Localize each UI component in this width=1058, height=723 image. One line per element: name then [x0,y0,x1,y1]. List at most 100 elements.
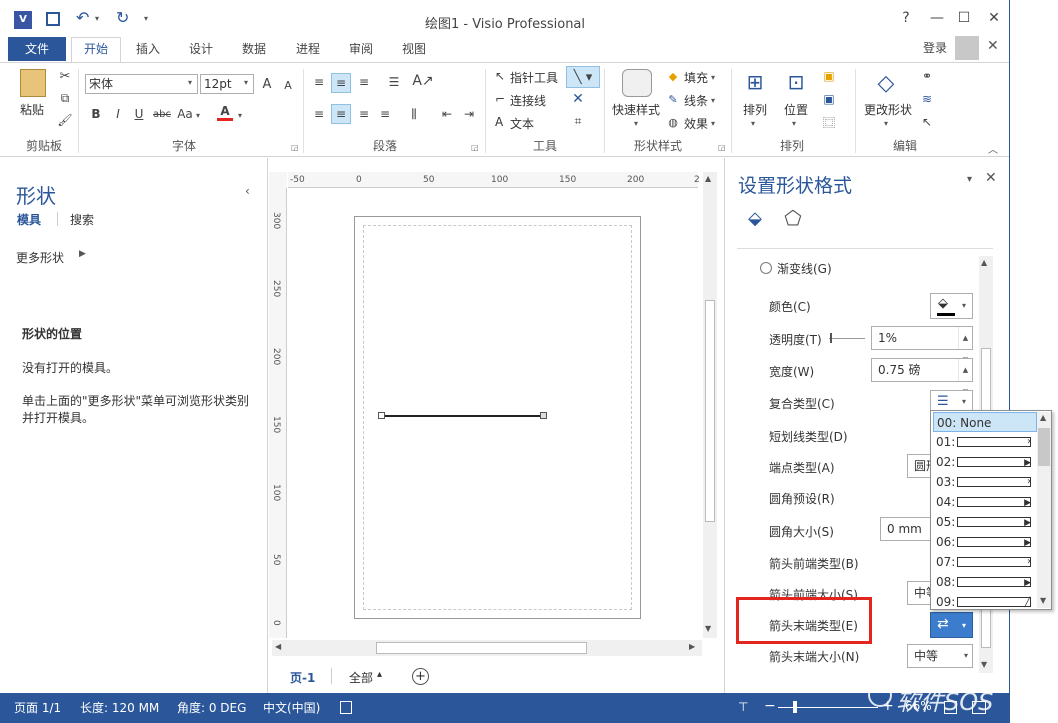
arrow-option[interactable]: 04: ▶ [933,492,1037,512]
justify-icon[interactable]: ≡ [376,105,394,123]
text-tool-icon[interactable]: A [495,115,503,129]
font-dialog-launcher-icon[interactable]: ◲ [291,143,299,152]
connection-point-icon[interactable]: ✕ [570,91,586,107]
text-direction-icon[interactable]: A↗ [412,71,433,91]
collapse-shapes-pane-icon[interactable]: ‹ [245,184,250,198]
line-button[interactable]: 线条 [684,92,708,109]
copy-icon[interactable]: ⧉ [56,89,74,107]
tab-review[interactable]: 审阅 [349,40,373,57]
dropdown-scroll-down-icon[interactable]: ▼ [1040,596,1046,605]
align-top-icon[interactable]: ≡ [310,73,328,91]
font-size-arrow-icon[interactable]: ▾ [244,78,248,87]
fill-button[interactable]: 填充 [684,69,708,86]
change-shape-icon[interactable]: ◇ [872,69,900,97]
bullets-icon[interactable]: ☰ [385,73,403,91]
scroll-right-icon[interactable]: ▶ [689,642,695,651]
position-arrow-icon[interactable]: ▾ [792,119,796,128]
transparency-slider[interactable] [829,338,865,339]
italic-button[interactable]: I [110,105,126,123]
effect-icon[interactable]: ◍ [665,114,681,130]
all-pages-button[interactable]: 全部 [349,669,373,686]
tab-design[interactable]: 设计 [189,40,213,57]
vertical-scrollbar[interactable]: ▲ ▼ [703,172,717,638]
close-button[interactable]: ✕ [983,10,1005,26]
language[interactable]: 中文(中国) [263,699,320,716]
close-doc-icon[interactable]: ✕ [987,38,999,54]
font-color-arrow-icon[interactable]: ▾ [238,111,242,120]
line-arrow-icon[interactable]: ▾ [711,96,715,105]
line-start-handle[interactable] [378,412,385,419]
quick-styles-arrow-icon[interactable]: ▾ [634,119,638,128]
pointer-tool-icon[interactable]: ↖ [493,68,507,84]
effect-button[interactable]: 效果 [684,115,708,132]
font-name-select[interactable]: 宋体 [85,74,198,94]
arrow-option[interactable]: 00: None [933,412,1037,432]
position-button[interactable]: 位置 [784,101,808,118]
line-end-handle[interactable] [540,412,547,419]
bring-forward-icon[interactable]: ▣ [820,68,838,84]
layers-icon[interactable]: ≋ [918,91,936,107]
increase-indent-icon[interactable]: ⇥ [460,105,478,123]
select-icon[interactable]: ↖ [918,114,936,130]
gradient-line-label[interactable]: 渐变线(G) [777,260,832,277]
paragraph-dialog-launcher-icon[interactable]: ◲ [471,143,479,152]
decrease-indent-icon[interactable]: ⇤ [438,105,456,123]
signin-link[interactable]: 登录 [923,39,947,56]
all-pages-arrow-icon[interactable]: ▴ [377,669,382,680]
align-right-icon[interactable]: ≡ [355,105,373,123]
change-case-button[interactable]: Aa [175,105,195,123]
text-tool-button[interactable]: 文本 [510,115,534,132]
end-arrow-size-select[interactable]: 中等 ▾ [907,644,973,668]
change-shape-arrow-icon[interactable]: ▾ [884,119,888,128]
close-pane-icon[interactable]: ✕ [985,170,997,186]
font-color-button[interactable]: A [217,103,233,121]
paste-icon[interactable] [20,69,46,97]
send-backward-icon[interactable]: ▣ [820,91,838,107]
fill-icon[interactable]: ◆ [665,68,681,84]
color-picker-button[interactable]: ⬙ ▾ [930,293,973,319]
arrange-arrow-icon[interactable]: ▾ [751,119,755,128]
end-arrow-type-button[interactable]: ⇄ ▾ [930,612,973,638]
connector-button[interactable]: 连接线 [510,92,546,109]
scroll-down-icon[interactable]: ▼ [705,624,711,633]
more-shapes-arrow-icon[interactable]: ▶ [79,249,86,259]
cut-icon[interactable]: ✂ [56,67,74,85]
arrange-icon[interactable]: ⊞ [742,69,768,95]
horizontal-scroll-thumb[interactable] [376,642,587,654]
fill-arrow-icon[interactable]: ▾ [711,73,715,82]
tab-data[interactable]: 数据 [242,40,266,57]
align-center-icon[interactable]: ≡ [331,104,351,124]
crop-tool-icon[interactable]: ⌗ [570,113,586,129]
restore-button[interactable]: ☐ [953,10,975,26]
quick-styles-icon[interactable] [622,69,652,97]
tab-insert[interactable]: 插入 [136,40,160,57]
change-case-arrow-icon[interactable]: ▾ [196,111,200,120]
shrink-font-icon[interactable]: A [281,76,295,94]
tab-search[interactable]: 搜索 [70,211,94,228]
line-icon[interactable]: ✎ [665,91,681,107]
zoom-out-icon[interactable]: − [764,698,776,714]
paste-button[interactable]: 粘贴 [20,101,44,118]
selected-line-shape[interactable] [381,415,544,417]
dropdown-scroll-up-icon[interactable]: ▲ [1040,413,1046,422]
effect-arrow-icon[interactable]: ▾ [711,119,715,128]
arrow-option[interactable]: 02: ▶ [933,452,1037,472]
transparency-slider-thumb[interactable] [830,333,832,343]
underline-button[interactable]: U [131,105,147,123]
tab-process[interactable]: 进程 [296,40,320,57]
arrange-button[interactable]: 排列 [743,101,767,118]
line-tool-icon[interactable]: ╲ ▾ [566,66,600,88]
distribute-icon[interactable]: ⫼ [405,105,423,123]
scroll-up-icon[interactable]: ▲ [705,174,711,183]
avatar[interactable] [955,36,979,60]
arrow-option[interactable]: 07: › [933,552,1037,572]
macro-record-icon[interactable] [340,701,352,714]
align-middle-icon[interactable]: ≡ [331,73,351,93]
effects-tab-icon[interactable]: ⬠ [781,206,805,230]
horizontal-scrollbar[interactable]: ◀ ▶ [272,640,702,656]
help-button[interactable]: ? [895,10,917,26]
minimize-button[interactable]: — [926,10,948,26]
zoom-slider-thumb[interactable] [793,701,797,713]
arrow-option[interactable]: 09: ╱ [933,592,1037,612]
align-left-icon[interactable]: ≡ [310,105,328,123]
